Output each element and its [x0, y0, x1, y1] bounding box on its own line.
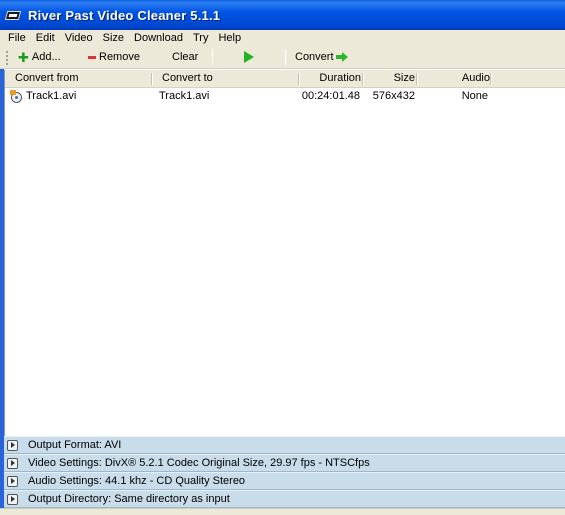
status-bar: [0, 508, 565, 515]
minus-icon: [88, 55, 96, 59]
cell-convert-to: Track1.avi: [159, 90, 210, 102]
add-button[interactable]: ✚ Add...: [13, 47, 75, 67]
expand-icon[interactable]: [7, 439, 18, 451]
expand-icon[interactable]: [7, 457, 18, 469]
cell-convert-from: Track1.avi: [10, 88, 76, 105]
clear-button[interactable]: Clear: [158, 47, 208, 67]
convert-button[interactable]: Convert: [290, 47, 353, 67]
output-format-panel[interactable]: Output Format: AVI: [4, 436, 565, 454]
file-list[interactable]: Convert from Convert to Duration Size Au…: [4, 70, 565, 436]
toolbar-separator: [285, 49, 286, 65]
clear-button-label: Clear: [172, 51, 199, 63]
source-filename: Track1.avi: [26, 90, 77, 102]
column-header-audio[interactable]: Audio: [418, 70, 492, 88]
video-settings-label: Video Settings: DivX® 5.2.1 Codec Origin…: [28, 457, 370, 469]
column-header-size[interactable]: Size: [364, 70, 418, 88]
expand-icon[interactable]: [7, 475, 18, 487]
menu-video[interactable]: Video: [60, 30, 98, 46]
add-button-label: Add...: [31, 51, 61, 63]
output-format-label: Output Format: AVI: [28, 439, 122, 451]
cell-size: 576x432: [372, 90, 415, 102]
remove-button[interactable]: Remove: [83, 47, 155, 67]
app-film-icon: [4, 8, 22, 22]
menu-edit[interactable]: Edit: [31, 30, 60, 46]
title-bar: River Past Video Cleaner 5.1.1: [0, 0, 565, 30]
play-icon: [244, 51, 254, 63]
output-directory-panel[interactable]: Output Directory: Same directory as inpu…: [4, 490, 565, 508]
toolbar: ✚ Add... Remove Clear Convert: [0, 46, 565, 69]
remove-button-label: Remove: [99, 51, 140, 63]
expand-icon[interactable]: [7, 493, 18, 505]
cell-duration: 00:24:01.48: [301, 90, 360, 102]
audio-settings-label: Audio Settings: 44.1 khz - CD Quality St…: [28, 475, 246, 487]
audio-settings-panel[interactable]: Audio Settings: 44.1 khz - CD Quality St…: [4, 472, 565, 490]
toolbar-separator: [212, 49, 213, 65]
output-directory-label: Output Directory: Same directory as inpu…: [28, 493, 230, 505]
menu-help[interactable]: Help: [213, 30, 246, 46]
column-header-convert-to[interactable]: Convert to: [153, 70, 300, 88]
settings-panels: Output Format: AVI Video Settings: DivX®…: [4, 436, 565, 508]
list-header: Convert from Convert to Duration Size Au…: [5, 70, 565, 88]
menu-download[interactable]: Download: [129, 30, 188, 46]
toolbar-grip[interactable]: [5, 49, 9, 65]
play-button[interactable]: [217, 47, 281, 67]
plus-icon: ✚: [18, 49, 29, 65]
menu-size[interactable]: Size: [98, 30, 129, 46]
video-settings-panel[interactable]: Video Settings: DivX® 5.2.1 Codec Origin…: [4, 454, 565, 472]
menu-bar: File Edit Video Size Download Try Help: [0, 30, 565, 46]
table-row[interactable]: Track1.avi Track1.avi 00:24:01.48 576x43…: [5, 88, 565, 105]
convert-button-label: Convert: [295, 51, 334, 63]
video-file-icon: [10, 89, 24, 104]
cell-audio: None: [461, 90, 488, 102]
menu-try[interactable]: Try: [188, 30, 213, 46]
column-header-duration[interactable]: Duration: [300, 70, 364, 88]
window-title: River Past Video Cleaner 5.1.1: [28, 7, 221, 23]
menu-file[interactable]: File: [3, 30, 31, 46]
column-header-convert-from[interactable]: Convert from: [5, 70, 153, 88]
arrow-right-icon: [335, 52, 348, 62]
